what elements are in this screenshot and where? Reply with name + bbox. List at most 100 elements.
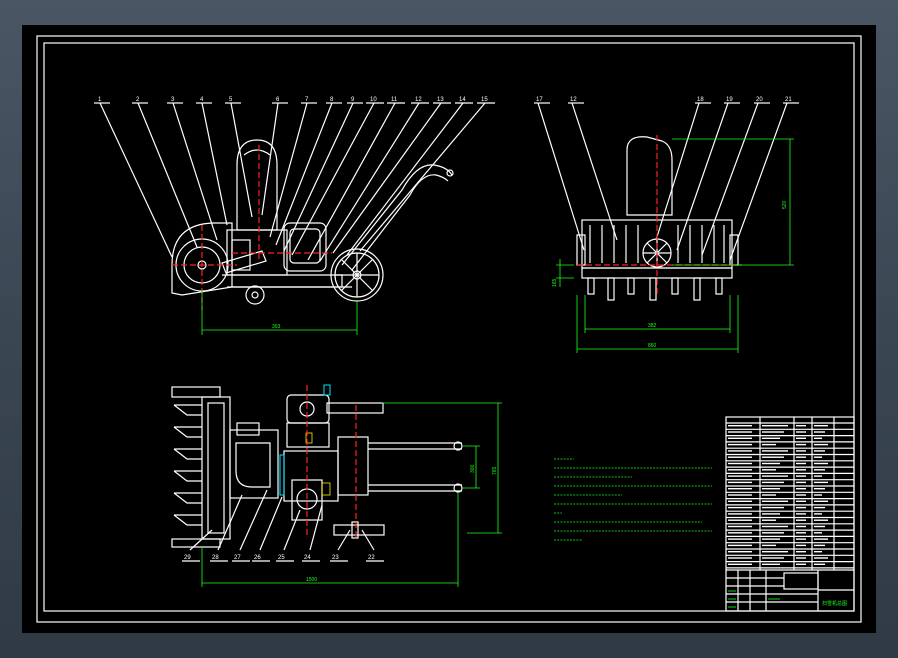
balloon-8: 8 — [330, 97, 334, 103]
parts-list-cell — [814, 456, 822, 458]
outer-frame — [36, 35, 862, 623]
parts-list-cell — [814, 475, 822, 477]
parts-list-cell — [762, 450, 788, 452]
parts-list-cell — [728, 506, 752, 509]
parts-list-cell — [814, 431, 825, 433]
parts-list-cell — [728, 563, 752, 565]
balloon-4: 4 — [200, 97, 204, 103]
parts-list-cell — [814, 443, 828, 446]
parts-list-cell — [762, 532, 784, 534]
parts-list-cell — [762, 506, 784, 509]
parts-list-cell — [796, 506, 806, 509]
parts-list-cell — [796, 425, 806, 427]
parts-list-cell — [814, 494, 822, 496]
parts-list-cell — [796, 500, 806, 502]
parts-list-cell — [796, 469, 806, 471]
parts-list-cell — [728, 525, 752, 528]
parts-list-cell — [796, 563, 806, 565]
parts-list-cell — [796, 551, 806, 553]
parts-list-cell — [728, 425, 752, 427]
parts-list-cell — [728, 500, 752, 502]
parts-list-cell — [728, 462, 752, 465]
parts-list-cell — [814, 544, 825, 547]
balloon-13: 13 — [437, 97, 444, 103]
top-view: 29 28 27 26 25 24 23 22 765 300 1500 — [171, 384, 502, 587]
parts-list-cell — [728, 437, 752, 439]
front-view: 17 12 18 19 20 21 382 860 520 165 — [534, 97, 799, 353]
parts-list-cell — [796, 450, 806, 452]
parts-list-cell — [762, 488, 780, 490]
parts-list-cell — [796, 437, 806, 439]
parts-list-cell — [762, 425, 788, 427]
parts-list-cell — [728, 450, 752, 452]
parts-list-cell — [796, 544, 806, 547]
parts-list-cell — [728, 557, 752, 559]
cad-drawing-viewport[interactable]: 1 2 3 4 5 6 7 8 9 10 11 12 13 14 15 393 … — [22, 25, 876, 633]
parts-list-cell — [796, 456, 806, 458]
parts-list-cell — [728, 469, 752, 471]
parts-list-cell — [728, 544, 752, 547]
parts-list-cell — [814, 532, 822, 534]
parts-list-cell — [728, 488, 752, 490]
parts-list-cell — [728, 481, 752, 484]
parts-list-cell — [762, 475, 788, 477]
parts-list-cell — [814, 563, 825, 565]
balloon-10: 10 — [370, 97, 377, 103]
parts-list-cell — [728, 431, 752, 433]
balloon-23: 23 — [332, 555, 339, 561]
parts-list-cell — [814, 557, 828, 559]
parts-list-cell — [762, 500, 788, 502]
title-block: 扫雪机总图 — [725, 416, 855, 612]
parts-list-cell — [728, 513, 752, 515]
balloon-2: 2 — [136, 97, 140, 103]
parts-list-cell — [814, 525, 825, 528]
parts-list-cell — [814, 538, 828, 540]
parts-list-cell — [814, 481, 828, 484]
parts-list-cell — [762, 494, 776, 496]
balloon-29: 29 — [184, 555, 191, 561]
parts-list-cell — [814, 506, 825, 509]
balloon-7: 7 — [305, 97, 309, 103]
parts-list-cell — [728, 494, 752, 496]
parts-list-cell — [728, 456, 752, 458]
parts-list-cell — [762, 551, 788, 553]
parts-list-cell — [796, 538, 806, 540]
balloon-12: 12 — [415, 97, 422, 103]
parts-list-cell — [762, 557, 784, 559]
parts-list-cell — [762, 544, 776, 547]
parts-list-cell — [814, 500, 828, 502]
parts-list-cell — [728, 538, 752, 540]
parts-list-cell — [814, 513, 822, 515]
parts-list-cell — [796, 525, 806, 528]
parts-list-cell — [814, 488, 825, 490]
balloon-9: 9 — [351, 97, 355, 103]
balloon-11: 11 — [391, 97, 398, 103]
parts-list-cell — [796, 557, 806, 559]
balloon-15: 15 — [481, 97, 488, 103]
front-dim-inner: 382 — [648, 323, 657, 329]
top-dim-right-inner: 300 — [470, 464, 476, 473]
parts-list-cell — [796, 462, 806, 465]
balloon-12b: 12 — [570, 97, 577, 103]
parts-list-cell — [796, 475, 806, 477]
side-dim-393: 393 — [272, 324, 281, 330]
parts-list-cell — [762, 481, 784, 484]
parts-list-cell — [796, 431, 806, 433]
parts-list-cell — [796, 519, 806, 521]
balloon-19: 19 — [726, 97, 733, 103]
balloon-22: 22 — [368, 555, 375, 561]
balloon-3: 3 — [171, 97, 175, 103]
parts-list-cell — [762, 538, 780, 540]
parts-list-cell — [814, 450, 825, 452]
parts-list-cell — [796, 513, 806, 515]
parts-list-cell — [796, 488, 806, 490]
parts-list-cell — [796, 494, 806, 496]
parts-list-cell — [762, 462, 780, 465]
balloon-1: 1 — [98, 97, 102, 103]
parts-list-cell — [728, 532, 752, 534]
balloon-14: 14 — [459, 97, 466, 103]
front-dim-height: 520 — [782, 200, 788, 209]
parts-list-cell — [762, 456, 784, 458]
parts-list-cell — [762, 519, 776, 521]
balloon-5: 5 — [229, 97, 233, 103]
